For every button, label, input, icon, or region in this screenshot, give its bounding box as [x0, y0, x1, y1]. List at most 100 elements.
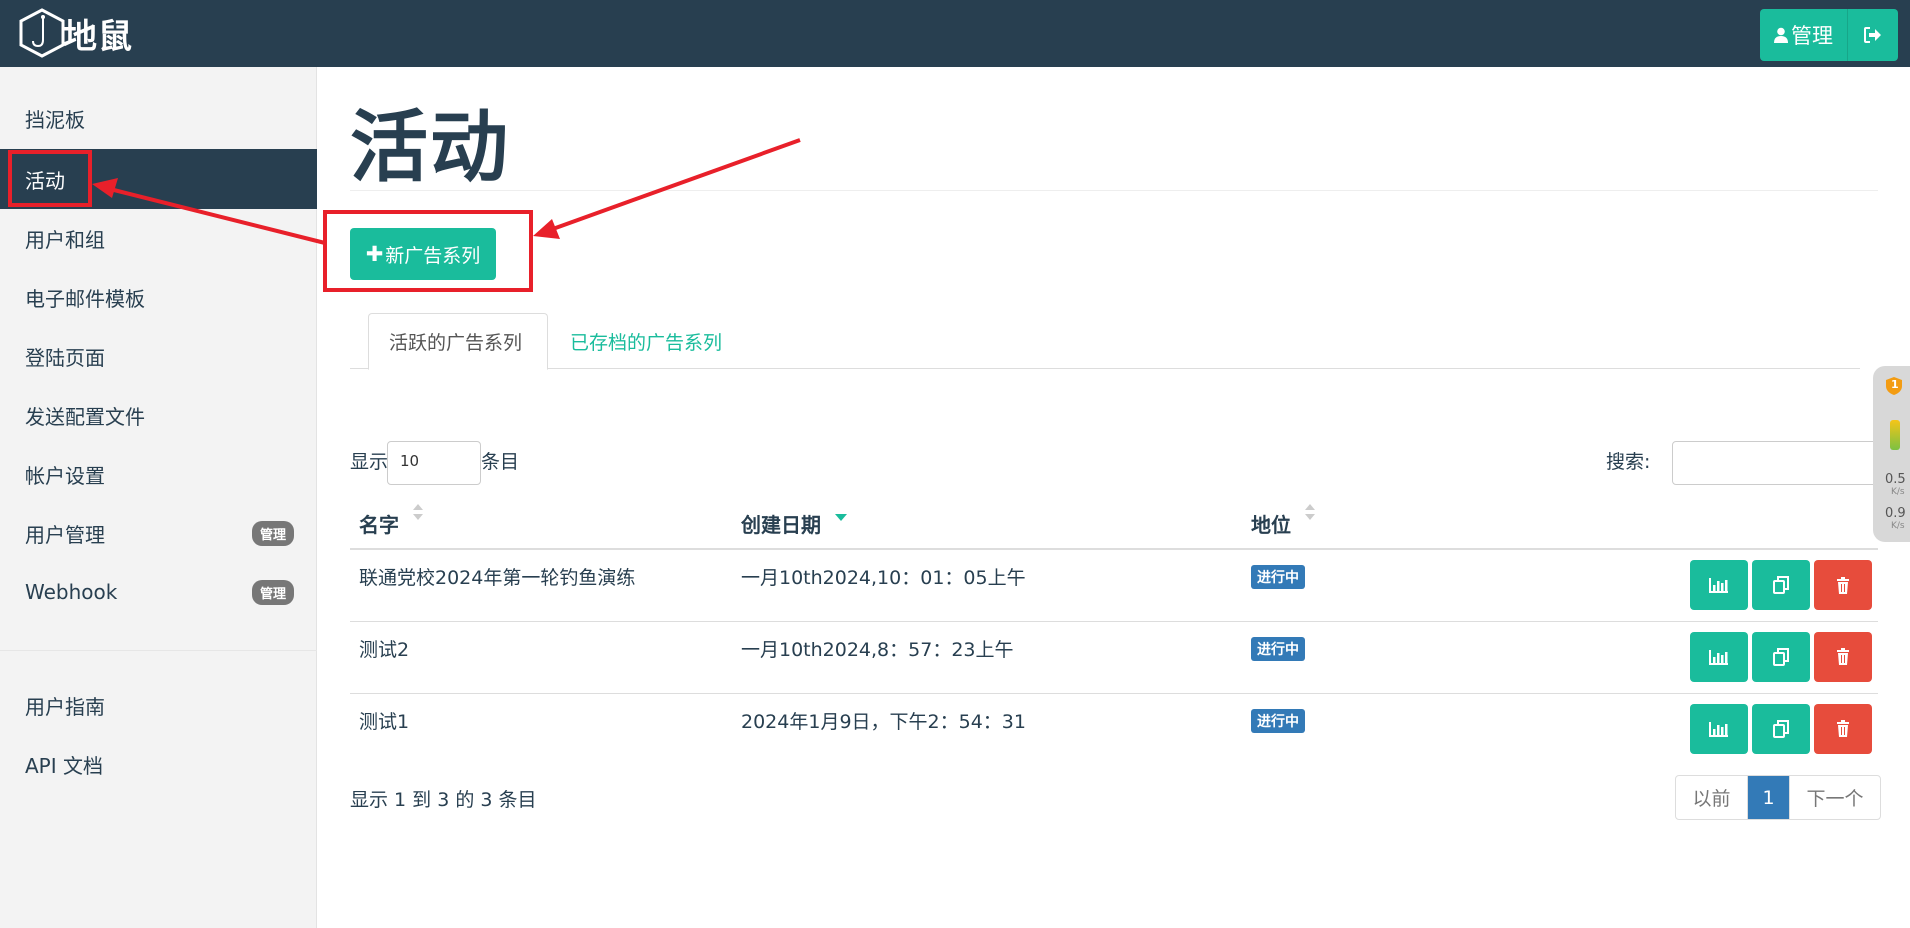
campaigns-table: 名字 创建日期 地位 联通党校2024年第一轮钓鱼演练 一月10th2024,1… [350, 498, 1878, 765]
sidebar-item-user-management[interactable]: 用户管理 管理 [0, 503, 317, 563]
annotation-arrow-head [533, 219, 560, 239]
table-row: 联通党校2024年第一轮钓鱼演练 一月10th2024,10：01：05上午 进… [350, 548, 1878, 621]
delete-campaign-button[interactable] [1814, 703, 1872, 754]
delete-campaign-button[interactable] [1814, 631, 1872, 682]
view-results-button[interactable] [1690, 560, 1748, 610]
column-header-status[interactable]: 地位 [1242, 498, 1542, 550]
trash-icon [1837, 648, 1849, 665]
network-speed-widget[interactable]: 1 0.5 K/s 0.9 K/s [1873, 366, 1910, 542]
pagination-page-1[interactable]: 1 [1748, 776, 1789, 819]
sidebar-item-account-settings[interactable]: 帐户设置 [0, 444, 317, 504]
admin-badge: 管理 [251, 579, 294, 605]
campaign-name[interactable]: 测试2 [350, 620, 732, 693]
admin-badge: 管理 [251, 520, 294, 546]
campaign-created-date: 一月10th2024,10：01：05上午 [732, 548, 1242, 621]
upload-unit: K/s [1891, 487, 1905, 497]
copy-campaign-button[interactable] [1752, 560, 1810, 610]
copy-campaign-button[interactable] [1752, 703, 1810, 754]
delete-campaign-button[interactable] [1814, 560, 1872, 610]
widget-level-meter [1890, 420, 1900, 450]
sidebar-item-user-guide[interactable]: 用户指南 [0, 675, 317, 735]
logout-button[interactable] [1848, 9, 1898, 61]
copy-icon [1773, 719, 1789, 738]
hexagon-hook-logo-icon [19, 8, 65, 58]
copy-icon [1773, 576, 1789, 594]
sidebar-item-label: 用户和组 [25, 227, 105, 252]
sidebar-item-label: API 文档 [25, 753, 103, 778]
tab-active-campaigns[interactable]: 活跃的广告系列 [368, 313, 548, 370]
table-row: 测试1 2024年1月9日，下午2：54：31 进行中 [350, 692, 1878, 765]
length-suffix: 条目 [481, 451, 520, 473]
download-unit: K/s [1891, 521, 1905, 531]
search-input[interactable] [1672, 441, 1878, 485]
bar-chart-icon [1709, 649, 1728, 665]
new-campaign-label: 新广告系列 [385, 244, 481, 267]
brand[interactable]: 地鼠 [17, 5, 133, 61]
plus-icon: ✚ [365, 242, 384, 266]
sort-both-icon [412, 503, 423, 520]
column-header-created-date[interactable]: 创建日期 [732, 498, 1242, 550]
sidebar-item-landing-pages[interactable]: 登陆页面 [0, 326, 317, 386]
sidebar-item-label: 用户管理 [25, 522, 105, 547]
page-title: 活动 [350, 103, 511, 193]
sidebar-item-campaigns[interactable]: 活动 [0, 149, 317, 209]
sidebar-item-label: 电子邮件模板 [25, 286, 145, 311]
view-results-button[interactable] [1690, 703, 1748, 754]
page-length-select[interactable]: 10 [387, 441, 481, 485]
sidebar-item-sending-profiles[interactable]: 发送配置文件 [0, 385, 317, 445]
table-header-row: 名字 创建日期 地位 [350, 498, 1878, 550]
bar-chart-icon [1709, 578, 1728, 593]
pagination: 以前 1 下一个 [1675, 775, 1881, 820]
sign-out-icon [1864, 27, 1881, 43]
column-header-actions [1542, 498, 1878, 550]
campaign-name[interactable]: 测试1 [350, 692, 732, 765]
trash-icon [1837, 720, 1849, 737]
tab-label: 活跃的广告系列 [389, 332, 523, 354]
status-badge: 进行中 [1251, 565, 1305, 589]
sidebar-item-email-templates[interactable]: 电子邮件模板 [0, 267, 317, 327]
upload-speed: 0.5 [1885, 472, 1906, 487]
download-speed: 0.9 [1885, 506, 1906, 521]
copy-icon [1773, 647, 1789, 666]
sidebar-item-label: 用户指南 [25, 694, 105, 719]
sidebar-item-label: 登陆页面 [25, 345, 105, 370]
sidebar-item-webhooks[interactable]: Webhook 管理 [0, 562, 317, 622]
title-divider [350, 190, 1878, 191]
campaign-name[interactable]: 联通党校2024年第一轮钓鱼演练 [350, 548, 732, 621]
sidebar-item-api-docs[interactable]: API 文档 [0, 734, 317, 794]
trash-icon [1837, 576, 1849, 594]
campaign-created-date: 一月10th2024,8：57：23上午 [732, 620, 1242, 693]
row-actions [1551, 631, 1878, 682]
status-badge: 进行中 [1251, 636, 1305, 661]
sort-both-icon [1304, 503, 1315, 520]
pagination-next[interactable]: 下一个 [1789, 776, 1880, 819]
sidebar-item-label: 挡泥板 [25, 107, 85, 132]
sidebar-item-label: Webhook [25, 580, 118, 604]
top-navbar: 地鼠 管理 [0, 0, 1910, 67]
row-actions [1551, 560, 1878, 610]
sidebar-item-users-groups[interactable]: 用户和组 [0, 208, 317, 268]
pagination-previous[interactable]: 以前 [1676, 776, 1748, 819]
brand-name: 地鼠 [63, 16, 133, 57]
copy-campaign-button[interactable] [1752, 631, 1810, 682]
admin-button[interactable]: 管理 [1760, 9, 1848, 61]
annotation-arrow-line [549, 138, 801, 232]
tab-label: 已存档的广告系列 [570, 331, 723, 354]
table-row: 测试2 一月10th2024,8：57：23上午 进行中 [350, 620, 1878, 693]
header-button-group: 管理 [1760, 9, 1898, 61]
row-actions [1551, 703, 1878, 754]
length-prefix: 显示 [350, 451, 389, 473]
campaign-created-date: 2024年1月9日，下午2：54：31 [732, 692, 1242, 765]
status-badge: 进行中 [1251, 708, 1305, 733]
view-results-button[interactable] [1690, 631, 1748, 682]
sort-desc-icon [834, 513, 847, 521]
sidebar-item-label: 帐户设置 [25, 463, 105, 488]
sidebar-divider [0, 650, 317, 651]
sidebar: 挡泥板 活动 用户和组 电子邮件模板 登陆页面 发送配置文件 帐户设置 用户管理… [0, 67, 317, 928]
tab-archived-campaigns[interactable]: 已存档的广告系列 [550, 313, 742, 369]
sidebar-item-dashboard[interactable]: 挡泥板 [0, 88, 317, 148]
new-campaign-button[interactable]: ✚ 新广告系列 [350, 228, 496, 280]
admin-button-label: 管理 [1791, 24, 1833, 48]
bar-chart-icon [1709, 721, 1728, 737]
column-header-name[interactable]: 名字 [350, 498, 732, 550]
